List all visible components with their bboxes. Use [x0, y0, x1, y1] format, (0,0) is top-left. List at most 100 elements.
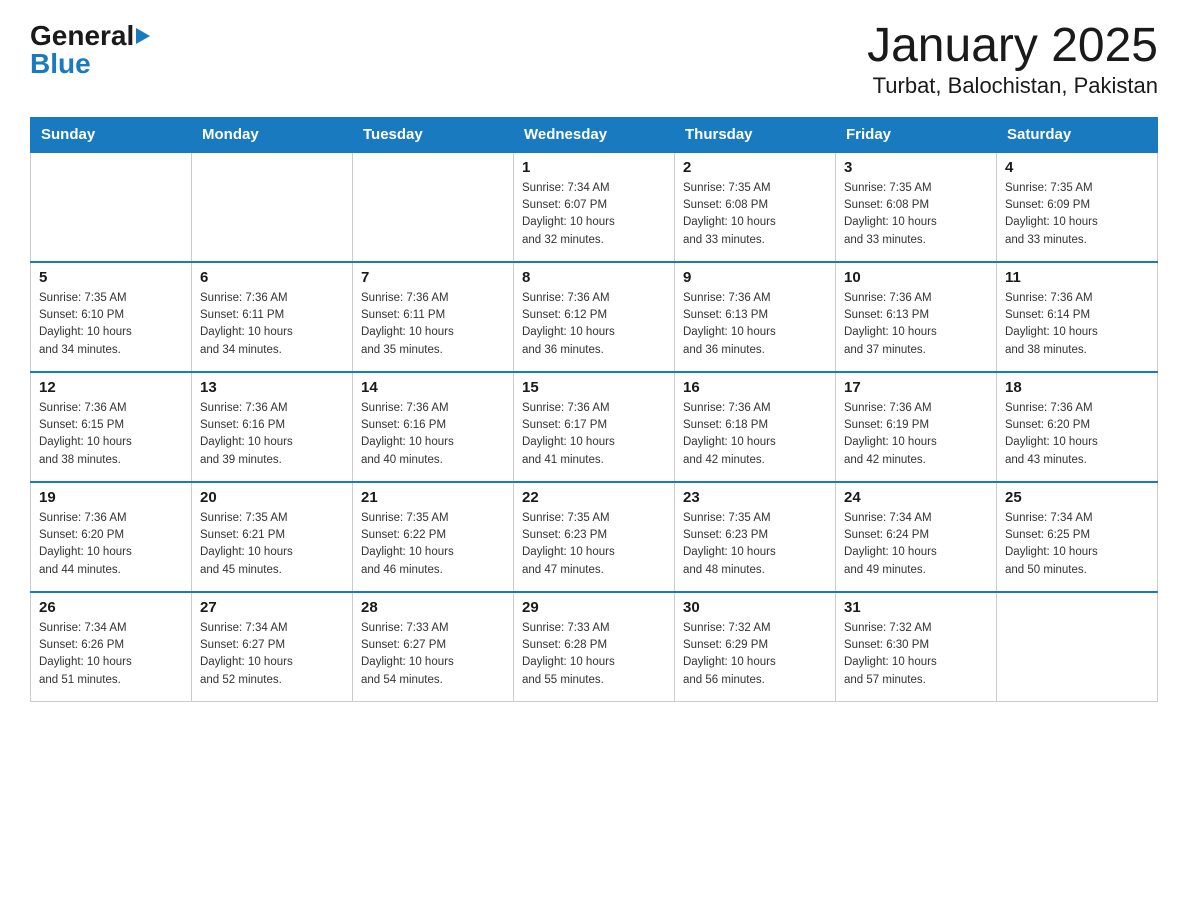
calendar-day-cell: 26Sunrise: 7:34 AMSunset: 6:26 PMDayligh…: [31, 592, 192, 702]
day-info: Sunrise: 7:32 AMSunset: 6:30 PMDaylight:…: [844, 620, 988, 689]
calendar-day-cell: 8Sunrise: 7:36 AMSunset: 6:12 PMDaylight…: [514, 262, 675, 372]
calendar-day-cell: 22Sunrise: 7:35 AMSunset: 6:23 PMDayligh…: [514, 482, 675, 592]
day-number: 27: [200, 599, 344, 616]
day-number: 29: [522, 599, 666, 616]
day-number: 4: [1005, 159, 1149, 176]
day-number: 1: [522, 159, 666, 176]
day-info: Sunrise: 7:36 AMSunset: 6:14 PMDaylight:…: [1005, 290, 1149, 359]
calendar-day-cell: 9Sunrise: 7:36 AMSunset: 6:13 PMDaylight…: [675, 262, 836, 372]
logo: General Blue: [30, 20, 150, 80]
logo-blue-text: Blue: [30, 48, 150, 80]
day-number: 13: [200, 379, 344, 396]
calendar-week-row: 26Sunrise: 7:34 AMSunset: 6:26 PMDayligh…: [31, 592, 1158, 702]
calendar-day-cell: 14 Sunrise: 7:36 AMSunset: 6:16 PMDayligh…: [353, 372, 514, 482]
day-info: Sunrise: 7:35 AMSunset: 6:23 PMDaylight:…: [522, 510, 666, 579]
day-info: Sunrise: 7:34 AMSunset: 6:24 PMDaylight:…: [844, 510, 988, 579]
day-of-week-header: Friday: [836, 117, 997, 152]
day-info: Sunrise: 7:35 AMSunset: 6:10 PMDaylight:…: [39, 290, 183, 359]
day-info: Sunrise: 7:36 AMSunset: 6:16 PMDaylight:…: [361, 400, 505, 469]
day-info: Sunrise: 7:34 AMSunset: 6:25 PMDaylight:…: [1005, 510, 1149, 579]
day-number: 2: [683, 159, 827, 176]
day-number: 10: [844, 269, 988, 286]
calendar-day-cell: 15 Sunrise: 7:36 AMSunset: 6:17 PMDayligh…: [514, 372, 675, 482]
calendar-week-row: 19Sunrise: 7:36 AMSunset: 6:20 PMDayligh…: [31, 482, 1158, 592]
calendar-day-cell: 25 Sunrise: 7:34 AMSunset: 6:25 PMDayligh…: [997, 482, 1158, 592]
calendar-day-cell: 12Sunrise: 7:36 AMSunset: 6:15 PMDayligh…: [31, 372, 192, 482]
day-info: Sunrise: 7:36 AMSunset: 6:19 PMDaylight:…: [844, 400, 988, 469]
day-number: 18: [1005, 379, 1149, 396]
day-info: Sunrise: 7:35 AMSunset: 6:09 PMDaylight:…: [1005, 180, 1149, 249]
day-number: 15: [522, 379, 666, 396]
calendar-day-cell: [192, 152, 353, 262]
day-of-week-header: Tuesday: [353, 117, 514, 152]
calendar-day-cell: 31 Sunrise: 7:32 AMSunset: 6:30 PMDayligh…: [836, 592, 997, 702]
calendar-day-cell: 2 Sunrise: 7:35 AMSunset: 6:08 PMDaylight…: [675, 152, 836, 262]
calendar-day-cell: [997, 592, 1158, 702]
day-number: 24: [844, 489, 988, 506]
day-info: Sunrise: 7:36 AMSunset: 6:15 PMDaylight:…: [39, 400, 183, 469]
day-number: 26: [39, 599, 183, 616]
day-number: 21: [361, 489, 505, 506]
calendar-day-cell: 11 Sunrise: 7:36 AMSunset: 6:14 PMDayligh…: [997, 262, 1158, 372]
day-number: 6: [200, 269, 344, 286]
calendar-day-cell: 1 Sunrise: 7:34 AMSunset: 6:07 PMDaylight…: [514, 152, 675, 262]
day-number: 5: [39, 269, 183, 286]
day-info: Sunrise: 7:35 AMSunset: 6:23 PMDaylight:…: [683, 510, 827, 579]
calendar-week-row: 12Sunrise: 7:36 AMSunset: 6:15 PMDayligh…: [31, 372, 1158, 482]
day-number: 3: [844, 159, 988, 176]
calendar-week-row: 1 Sunrise: 7:34 AMSunset: 6:07 PMDaylight…: [31, 152, 1158, 262]
day-info: Sunrise: 7:36 AMSunset: 6:11 PMDaylight:…: [200, 290, 344, 359]
day-number: 31: [844, 599, 988, 616]
calendar-day-cell: 19Sunrise: 7:36 AMSunset: 6:20 PMDayligh…: [31, 482, 192, 592]
day-info: Sunrise: 7:32 AMSunset: 6:29 PMDaylight:…: [683, 620, 827, 689]
day-number: 28: [361, 599, 505, 616]
day-of-week-header: Saturday: [997, 117, 1158, 152]
day-number: 7: [361, 269, 505, 286]
day-number: 20: [200, 489, 344, 506]
calendar-table: SundayMondayTuesdayWednesdayThursdayFrid…: [30, 117, 1158, 703]
calendar-day-cell: 17 Sunrise: 7:36 AMSunset: 6:19 PMDayligh…: [836, 372, 997, 482]
day-info: Sunrise: 7:34 AMSunset: 6:27 PMDaylight:…: [200, 620, 344, 689]
day-info: Sunrise: 7:36 AMSunset: 6:17 PMDaylight:…: [522, 400, 666, 469]
calendar-day-cell: 16 Sunrise: 7:36 AMSunset: 6:18 PMDayligh…: [675, 372, 836, 482]
day-number: 23: [683, 489, 827, 506]
day-info: Sunrise: 7:35 AMSunset: 6:08 PMDaylight:…: [844, 180, 988, 249]
location-title: Turbat, Balochistan, Pakistan: [867, 73, 1158, 99]
calendar-day-cell: 21 Sunrise: 7:35 AMSunset: 6:22 PMDayligh…: [353, 482, 514, 592]
day-info: Sunrise: 7:33 AMSunset: 6:27 PMDaylight:…: [361, 620, 505, 689]
calendar-header-row: SundayMondayTuesdayWednesdayThursdayFrid…: [31, 117, 1158, 152]
day-number: 17: [844, 379, 988, 396]
day-info: Sunrise: 7:36 AMSunset: 6:20 PMDaylight:…: [1005, 400, 1149, 469]
day-of-week-header: Monday: [192, 117, 353, 152]
day-info: Sunrise: 7:33 AMSunset: 6:28 PMDaylight:…: [522, 620, 666, 689]
calendar-day-cell: 20Sunrise: 7:35 AMSunset: 6:21 PMDayligh…: [192, 482, 353, 592]
day-number: 16: [683, 379, 827, 396]
day-info: Sunrise: 7:36 AMSunset: 6:11 PMDaylight:…: [361, 290, 505, 359]
page-header: General Blue January 2025 Turbat, Baloch…: [30, 20, 1158, 99]
calendar-day-cell: 3 Sunrise: 7:35 AMSunset: 6:08 PMDaylight…: [836, 152, 997, 262]
calendar-day-cell: 6 Sunrise: 7:36 AMSunset: 6:11 PMDaylight…: [192, 262, 353, 372]
day-of-week-header: Sunday: [31, 117, 192, 152]
calendar-day-cell: 28 Sunrise: 7:33 AMSunset: 6:27 PMDayligh…: [353, 592, 514, 702]
calendar-day-cell: [353, 152, 514, 262]
calendar-day-cell: 27 Sunrise: 7:34 AMSunset: 6:27 PMDayligh…: [192, 592, 353, 702]
calendar-day-cell: 10 Sunrise: 7:36 AMSunset: 6:13 PMDayligh…: [836, 262, 997, 372]
calendar-day-cell: 24 Sunrise: 7:34 AMSunset: 6:24 PMDayligh…: [836, 482, 997, 592]
day-info: Sunrise: 7:35 AMSunset: 6:22 PMDaylight:…: [361, 510, 505, 579]
calendar-day-cell: 4 Sunrise: 7:35 AMSunset: 6:09 PMDaylight…: [997, 152, 1158, 262]
day-info: Sunrise: 7:36 AMSunset: 6:18 PMDaylight:…: [683, 400, 827, 469]
day-info: Sunrise: 7:35 AMSunset: 6:08 PMDaylight:…: [683, 180, 827, 249]
day-number: 14: [361, 379, 505, 396]
day-info: Sunrise: 7:36 AMSunset: 6:13 PMDaylight:…: [844, 290, 988, 359]
day-info: Sunrise: 7:36 AMSunset: 6:16 PMDaylight:…: [200, 400, 344, 469]
day-number: 25: [1005, 489, 1149, 506]
calendar-day-cell: 29 Sunrise: 7:33 AMSunset: 6:28 PMDayligh…: [514, 592, 675, 702]
calendar-day-cell: 5 Sunrise: 7:35 AMSunset: 6:10 PMDaylight…: [31, 262, 192, 372]
calendar-day-cell: 7 Sunrise: 7:36 AMSunset: 6:11 PMDaylight…: [353, 262, 514, 372]
day-number: 11: [1005, 269, 1149, 286]
day-info: Sunrise: 7:36 AMSunset: 6:13 PMDaylight:…: [683, 290, 827, 359]
calendar-day-cell: 30Sunrise: 7:32 AMSunset: 6:29 PMDayligh…: [675, 592, 836, 702]
day-info: Sunrise: 7:34 AMSunset: 6:07 PMDaylight:…: [522, 180, 666, 249]
calendar-day-cell: 18 Sunrise: 7:36 AMSunset: 6:20 PMDayligh…: [997, 372, 1158, 482]
calendar-day-cell: [31, 152, 192, 262]
